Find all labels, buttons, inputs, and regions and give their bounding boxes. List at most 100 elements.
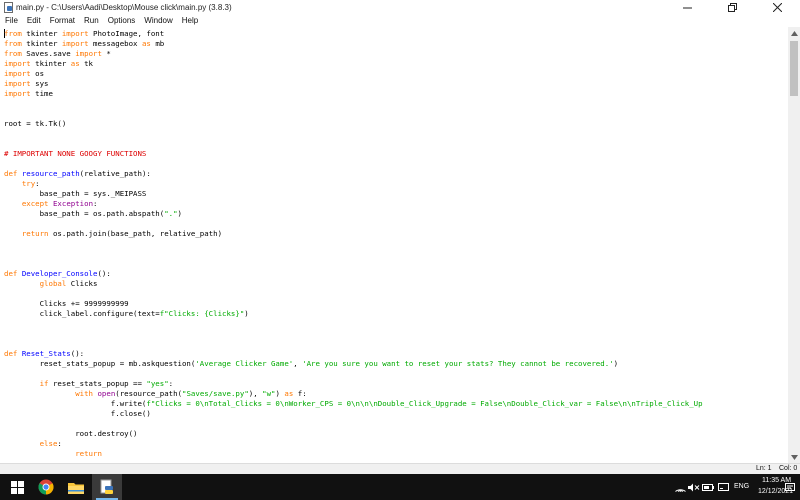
code-token: reset_stats_popup == [48,379,147,388]
restore-button[interactable] [710,0,755,14]
code-token: import [4,79,31,88]
code-token: as [141,39,151,48]
code-token: global [39,279,67,288]
code-editor[interactable]: from tkinter import PhotoImage, font from… [0,27,788,463]
code-token: (resource_path( [115,389,183,398]
folder-icon [68,482,84,494]
code-line: import os [4,69,44,79]
python-idle-icon [100,479,113,494]
network-icon[interactable] [674,481,686,493]
code-line: from tkinter import messagebox as mb [4,39,164,49]
code-token: f: [293,389,307,398]
code-token: tk [79,59,94,68]
code-token: Reset_Stats [21,349,71,358]
code-line: import sys [4,79,49,89]
menu-options[interactable]: Options [103,16,140,25]
taskbar-python-idle[interactable] [92,474,122,500]
code-line: def Reset_Stats(): [4,349,84,359]
code-token: try [21,179,36,188]
code-token: ), [248,389,263,398]
code-token: Exception [52,199,94,208]
code-token: (relative_path): [79,169,151,178]
code-line: from Saves.save import * [4,49,111,59]
close-button[interactable] [755,0,800,14]
minimize-icon [683,7,692,8]
code-token: tkinter [30,59,71,68]
code-token: "Saves/save.py" [182,389,249,398]
menu-format[interactable]: Format [45,16,79,25]
code-token: ) [177,209,182,218]
menu-bar: File Edit Format Run Options Window Help [0,14,800,27]
notifications-icon[interactable] [784,481,796,493]
code-line: return os.path.join(base_path, relative_… [4,229,222,239]
code-line: Clicks += 9999999999 [4,299,129,309]
code-token: from [4,39,22,48]
code-token: open [97,389,116,398]
scrollbar-thumb[interactable] [790,41,798,96]
code-token: "." [164,209,178,218]
code-token: mb [150,39,165,48]
code-token: 'Average Clicker Game' [195,359,294,368]
menu-help[interactable]: Help [177,16,202,25]
python-file-icon [3,2,13,13]
code-token: import [61,39,89,48]
code-token: sys [30,79,49,88]
code-token: : [93,199,98,208]
code-token: os.path.join(base_path, relative_path) [48,229,223,238]
code-line: with open(resource_path("Saves/save.py")… [4,389,307,399]
menu-run[interactable]: Run [79,16,103,25]
code-line: return [4,449,102,459]
code-token: base_path = sys._MEIPASS [4,189,147,198]
minimize-button[interactable] [665,0,710,14]
menu-file[interactable]: File [0,16,22,25]
code-token: return [75,449,102,458]
scroll-up-arrow-icon[interactable] [788,27,800,39]
code-line: f.write(f"Clicks = 0\nTotal_Clicks = 0\n… [4,399,703,409]
code-token: from [4,49,22,58]
code-token: import [4,89,31,98]
code-token: messagebox [88,39,142,48]
code-line: from tkinter import PhotoImage, font [4,29,164,39]
volume-muted-icon[interactable] [688,481,700,493]
menu-edit[interactable]: Edit [22,16,45,25]
menu-window[interactable]: Window [139,16,176,25]
code-line: import time [4,89,53,99]
code-line: base_path = sys._MEIPASS [4,189,147,199]
code-line: click_label.configure(text=f"Clicks: {Cl… [4,309,249,319]
code-token: base_path = os.path.abspath( [4,209,165,218]
taskbar-file-explorer[interactable] [61,474,91,500]
code-token: "w" [262,389,276,398]
taskbar-chrome[interactable] [31,474,61,500]
code-line: f.close() [4,409,151,419]
title-bar: main.py - C:\Users\Aadi\Desktop\Mouse cl… [0,0,800,14]
code-token: else [39,439,58,448]
code-token: (): [97,269,111,278]
code-token: * [101,49,111,58]
restore-icon [728,2,737,12]
code-token: with [75,389,94,398]
code-token: as [284,389,294,398]
code-token: Clicks += 9999999999 [4,299,129,308]
code-token: tkinter [21,29,62,38]
code-line: base_path = os.path.abspath(".") [4,209,182,219]
code-token: return [21,229,49,238]
language-indicator[interactable]: ENG [734,483,749,490]
code-token: import [61,29,89,38]
code-token: f"Clicks = 0\nTotal_Clicks = 0\nWorker_C… [146,399,703,408]
battery-icon[interactable] [702,481,714,493]
code-line: root.destroy() [4,429,138,439]
storage-drive-icon[interactable] [717,481,729,493]
code-line: def Developer_Console(): [4,269,111,279]
code-token: (): [70,349,85,358]
scroll-down-arrow-icon[interactable] [788,451,800,463]
status-line: Ln: 1 [756,465,772,472]
code-token: Developer_Console [21,269,98,278]
code-token: root = tk.Tk() [4,119,67,128]
start-button[interactable] [2,474,32,500]
vertical-scrollbar[interactable] [788,27,800,463]
code-line: except Exception: [4,199,98,209]
code-token: : [35,179,40,188]
code-token: root.destroy() [4,429,138,438]
